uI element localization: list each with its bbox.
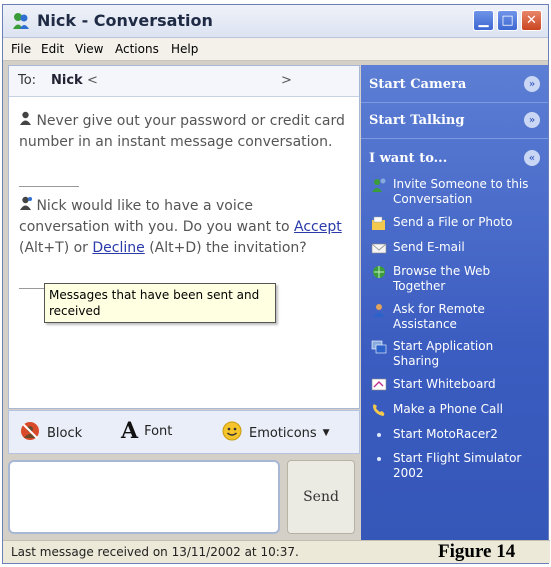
start-talking-header[interactable]: Start Talking » — [361, 106, 548, 136]
browse-icon — [371, 264, 387, 280]
menu-file[interactable]: File — [11, 42, 31, 56]
task-motoracer[interactable]: Start MotoRacer2 — [371, 427, 543, 443]
i-want-to-header[interactable]: I want to... « — [361, 144, 548, 174]
task-phone-call[interactable]: Make a Phone Call — [371, 402, 543, 418]
task-label: Send E-mail — [393, 240, 465, 254]
menu-help[interactable]: Help — [171, 42, 198, 56]
emoticons-label: Emoticons — [249, 425, 317, 441]
collapse-icon[interactable]: « — [524, 150, 540, 166]
task-pane: Start Camera » Start Talking » I want to… — [361, 65, 548, 543]
font-label: Font — [144, 423, 173, 439]
contact-email-open: < — [87, 73, 98, 88]
accept-shortcut: (Alt+T) or — [19, 240, 88, 256]
figure-caption: Figure 14 — [438, 541, 516, 562]
contact-name[interactable]: Nick — [51, 73, 83, 88]
bullet-icon — [371, 427, 387, 443]
accept-link[interactable]: Accept — [294, 219, 342, 235]
title-bar[interactable]: Nick - Conversation ▁ □ ✕ — [3, 5, 548, 38]
to-bar: To: Nick < > — [9, 66, 359, 97]
task-label: Browse the Web Together — [393, 264, 491, 293]
email-icon — [371, 240, 387, 256]
task-send-file[interactable]: Send a File or Photo — [371, 215, 543, 231]
font-icon: A — [121, 418, 139, 444]
sharing-icon — [371, 339, 387, 355]
menu-view[interactable]: View — [75, 42, 103, 56]
window-title: Nick - Conversation — [37, 11, 213, 30]
dropdown-arrow-icon: ▼ — [322, 428, 330, 438]
minimize-button[interactable]: ▁ — [473, 10, 494, 31]
block-icon — [19, 420, 41, 446]
history-tooltip: Messages that have been sent and receive… — [44, 283, 276, 323]
start-camera-label: Start Camera — [369, 77, 467, 92]
person-icon — [19, 111, 36, 129]
assistance-icon — [371, 302, 387, 318]
voice-invite-icon — [19, 196, 36, 214]
task-remote-assistance[interactable]: Ask for Remote Assistance — [371, 302, 543, 332]
task-label: Invite Someone to this Conversation — [393, 177, 529, 206]
smiley-icon — [221, 420, 243, 446]
i-want-to-label: I want to... — [369, 151, 448, 166]
voice-invite-text: Nick would like to have a voice conversa… — [19, 198, 290, 235]
close-button[interactable]: ✕ — [521, 10, 542, 31]
status-text: Last message received on 13/11/2002 at 1… — [11, 545, 299, 559]
block-button[interactable]: Block — [19, 420, 82, 446]
task-label: Send a File or Photo — [393, 215, 513, 229]
invite-icon — [371, 177, 387, 193]
message-input[interactable] — [8, 460, 280, 534]
security-warning-message: Never give out your password or credit c… — [19, 111, 347, 153]
whiteboard-icon — [371, 377, 387, 393]
block-label: Block — [47, 425, 83, 441]
send-button[interactable]: Send — [287, 460, 355, 534]
start-talking-label: Start Talking — [369, 113, 465, 128]
conversation-window: Nick - Conversation ▁ □ ✕ File Edit View… — [2, 4, 550, 564]
bullet-icon — [371, 451, 387, 467]
formatting-toolbar: Block A Font Emoticons ▼ — [8, 410, 360, 454]
task-browse-web[interactable]: Browse the Web Together — [371, 264, 543, 294]
expand-icon[interactable]: » — [524, 112, 540, 128]
contact-email-close: > — [281, 73, 292, 88]
phone-icon — [371, 402, 387, 418]
warning-text: Never give out your password or credit c… — [19, 113, 345, 150]
task-invite[interactable]: Invite Someone to this Conversation — [371, 177, 543, 207]
task-send-email[interactable]: Send E-mail — [371, 240, 543, 256]
start-camera-header[interactable]: Start Camera » — [361, 70, 548, 100]
decline-link[interactable]: Decline — [92, 240, 144, 256]
file-icon — [371, 215, 387, 231]
task-label: Start MotoRacer2 — [393, 427, 498, 441]
expand-icon[interactable]: » — [524, 76, 540, 92]
emoticons-button[interactable]: Emoticons ▼ — [221, 420, 330, 446]
task-label: Start Flight Simulator 2002 — [393, 451, 522, 480]
messenger-buddy-icon — [11, 11, 31, 31]
task-label: Ask for Remote Assistance — [393, 302, 485, 331]
task-app-sharing[interactable]: Start Application Sharing — [371, 339, 543, 369]
menu-edit[interactable]: Edit — [41, 42, 64, 56]
task-label: Start Application Sharing — [393, 339, 494, 368]
to-label: To: — [18, 73, 37, 88]
voice-invitation-message: Nick would like to have a voice conversa… — [19, 196, 347, 259]
maximize-button[interactable]: □ — [497, 10, 518, 31]
task-flight-simulator[interactable]: Start Flight Simulator 2002 — [371, 451, 543, 481]
task-label: Make a Phone Call — [393, 402, 503, 416]
decline-shortcut: (Alt+D) the invitation? — [149, 240, 307, 256]
conversation-history-pane[interactable]: To: Nick < > Never give out your passwor… — [8, 65, 360, 409]
task-whiteboard[interactable]: Start Whiteboard — [371, 377, 543, 393]
menu-bar: File Edit View Actions Help — [3, 38, 548, 61]
task-label: Start Whiteboard — [393, 377, 496, 391]
message-separator — [19, 186, 79, 187]
menu-actions[interactable]: Actions — [115, 42, 159, 56]
font-button[interactable]: A Font — [121, 420, 172, 442]
